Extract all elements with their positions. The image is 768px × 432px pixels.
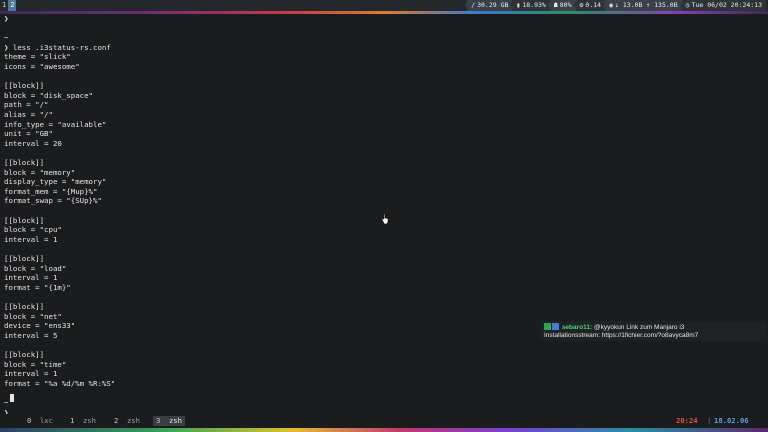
net-icon: ◉ <box>609 1 613 9</box>
terminal-line: interval = 20 <box>4 138 62 148</box>
tmux-window-index: 1 <box>70 416 75 425</box>
terminal-line: format = "%a %d/%m %R:%S" <box>4 378 116 388</box>
status-load-value: 0.14 <box>585 1 602 9</box>
terminal-line: unit = "GB" <box>4 129 53 139</box>
tmux-date: 18.02.06 <box>714 416 749 425</box>
terminal-line: [[block]] <box>4 158 45 167</box>
status-time-value: Tue 06/02 20:24:13 <box>691 1 762 9</box>
status-net: ◉ ↓ 13.0B ↑ 135.0B <box>603 0 682 11</box>
moderator-badge-icon <box>544 323 551 330</box>
terminal-line: format_mem = "{Mup}%" <box>4 186 98 196</box>
terminal-line: icons = "awesome" <box>4 62 80 71</box>
chat-overlay: sebaro11: @kyyokun Link zum Manjaro i3 I… <box>541 321 767 341</box>
memory-icon: ▮ <box>516 1 521 9</box>
status-memory: ▮ 18.93% <box>510 0 550 11</box>
status-cpu-value: 80% <box>559 1 572 9</box>
status-cpu: ☗ 80% <box>547 0 576 11</box>
terminal-line: interval = 5 <box>4 330 58 340</box>
load-icon: ⚙ <box>579 1 584 9</box>
workspace-list: 1 2 <box>0 0 17 11</box>
terminal-cursor <box>10 394 14 402</box>
tmux-window-0[interactable]: 0 lxc <box>24 416 56 426</box>
workspace-1-button[interactable]: 1 <box>0 0 8 11</box>
status-bar: /30.29 GB ▮ 18.93% ☗ 80% ⚙ 0.14 ◉ ↓ 13.0B ↑ … <box>465 0 766 11</box>
wallpaper-strip-bottom <box>0 428 768 432</box>
tmux-status-bar: 0 lxc 1 zsh 2 zsh 3 zsh 20:24 | 18.02.06 <box>0 414 768 428</box>
i3-top-bar: 1 2 /30.29 GB ▮ 18.93% ☗ 80% ⚙ 0.14 ◉ ↓ 13.0… <box>0 0 768 11</box>
terminal-line: block = "memory" <box>4 167 76 177</box>
terminal-line: ❯ less .i3status-rs.conf <box>4 42 111 52</box>
terminal-line: block = "cpu" <box>4 225 62 235</box>
tmux-window-1[interactable]: 1 zsh <box>67 416 99 426</box>
terminal-line: [[block]] <box>4 302 45 311</box>
terminal-line: info_type = "available" <box>4 119 107 129</box>
terminal-line: interval = 1 <box>4 234 58 244</box>
terminal-line: ~ <box>4 33 9 43</box>
status-memory-value: 18.93% <box>522 1 546 9</box>
terminal-line: theme = "slick" <box>4 52 71 62</box>
tmux-window-index: 3 <box>156 416 161 425</box>
chat-message-line-2: Installationsstream: https://1fichier.co… <box>544 332 699 339</box>
terminal-line: block = "disk_space" <box>4 90 93 100</box>
disk-icon: / <box>471 1 476 9</box>
status-net-value: ↓ 13.0B ↑ 135.0B <box>615 1 678 9</box>
terminal-line: interval = 1 <box>4 369 58 379</box>
subscriber-badge-icon <box>552 323 559 330</box>
terminal-line: display_type = "memory" <box>4 177 107 187</box>
terminal-line: device = "ens33" <box>4 321 76 331</box>
workspace-2-button[interactable]: 2 <box>8 0 17 11</box>
status-disk-value: 30.29 GB <box>477 1 509 9</box>
tmux-window-2[interactable]: 2 zsh <box>111 416 143 426</box>
tmux-window-index: 0 <box>27 416 32 425</box>
terminal-line: [[block]] <box>4 81 45 91</box>
terminal-line: ❯ <box>4 14 9 23</box>
tmux-window-3[interactable]: 3 zsh <box>153 416 185 426</box>
terminal-line: block = "time" <box>4 359 67 369</box>
terminal-line: [[block]] <box>4 350 45 359</box>
status-load: ⚙ 0.14 <box>573 0 606 11</box>
cpu-icon: ☗ <box>553 1 558 9</box>
terminal-line: [[block]] <box>4 215 45 225</box>
terminal-line: path = "/" <box>4 100 49 110</box>
terminal-line: alias = "/" <box>4 110 53 119</box>
tmux-clock: 20:24 <box>676 416 698 425</box>
terminal-line: ~ <box>4 398 9 407</box>
terminal-line: format_swap = "{SUp}%" <box>4 196 102 206</box>
terminal-line: block = "load" <box>4 263 67 273</box>
status-disk: /30.29 GB <box>465 0 513 11</box>
status-time: ◷ Tue 06/02 20:24:13 <box>679 0 766 11</box>
mouse-pointer-icon <box>382 214 389 224</box>
terminal-line: interval = 1 <box>4 273 58 283</box>
terminal-line: [[block]] <box>4 254 45 263</box>
tmux-window-name: zsh <box>82 416 96 425</box>
chat-message-text: @kyyokun Link zum Manjaro i3 <box>592 324 685 331</box>
tmux-window-index: 2 <box>114 416 119 425</box>
terminal-line: block = "net" <box>4 311 62 321</box>
terminal-line: format = "{1m}" <box>4 282 71 292</box>
tmux-window-name: lxc <box>39 416 53 425</box>
chat-message-line-1: sebaro11: @kyyokun Link zum Manjaro i3 <box>544 323 684 331</box>
tmux-window-name: zsh <box>168 416 182 425</box>
tmux-window-name: zsh <box>126 416 140 425</box>
clock-icon: ◷ <box>685 1 690 9</box>
chat-username: sebaro11: <box>561 324 593 331</box>
